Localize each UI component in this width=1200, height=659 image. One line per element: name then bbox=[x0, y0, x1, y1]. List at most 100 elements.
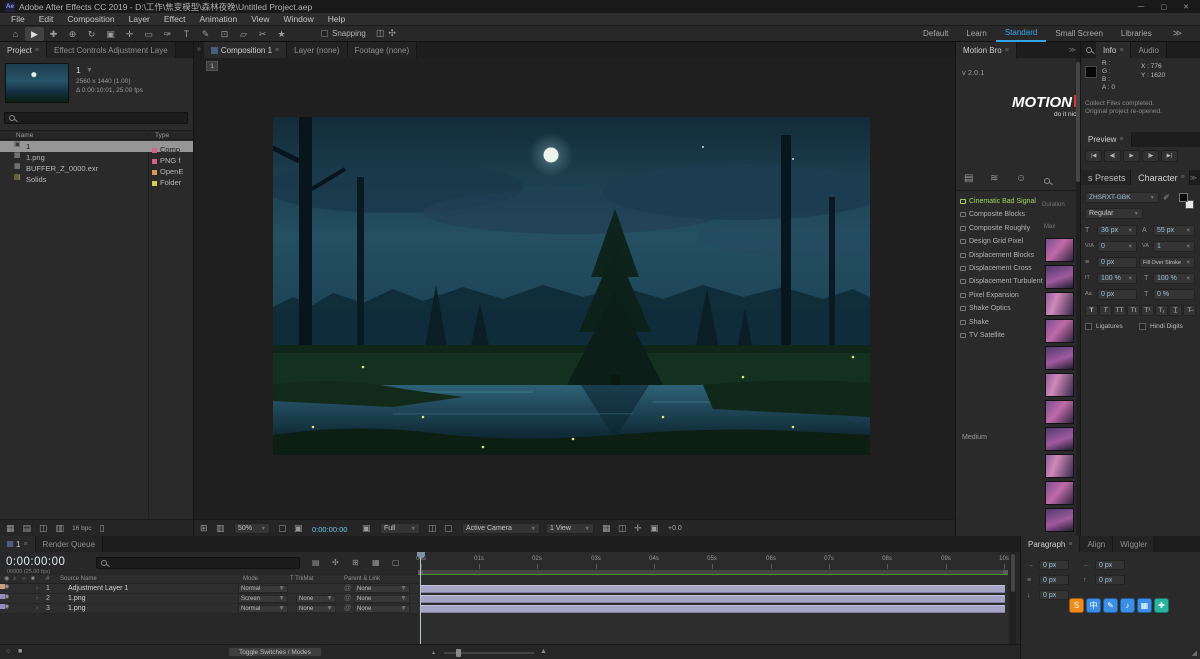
panel-overflow-icon[interactable]: ≫ bbox=[1190, 170, 1200, 185]
comp-current-time[interactable]: 0:00:00:00 bbox=[312, 525, 347, 534]
zoom-slider-knob[interactable] bbox=[456, 649, 461, 657]
scrollbar-thumb[interactable] bbox=[1076, 62, 1080, 182]
selection-tool-icon[interactable]: ▶ bbox=[25, 26, 44, 41]
preset-item[interactable]: Shake bbox=[960, 319, 1044, 327]
panel-search-icon[interactable] bbox=[1086, 47, 1092, 53]
trkmat-column-header[interactable]: T TrkMat bbox=[290, 575, 314, 584]
favorites-icon[interactable]: ☺ bbox=[1016, 174, 1026, 184]
layer-color-chip[interactable] bbox=[0, 594, 5, 599]
zoom-out-mountain-icon[interactable]: ▴ bbox=[432, 649, 435, 656]
layer-duration-bar[interactable] bbox=[420, 585, 1005, 593]
resolution-dropdown[interactable]: Full ▼ bbox=[380, 523, 420, 534]
pixel-aspect-icon[interactable]: ▦ bbox=[602, 524, 611, 533]
preset-thumbnail[interactable] bbox=[1045, 400, 1074, 424]
number-column-header[interactable]: # bbox=[46, 575, 49, 584]
minimize-button[interactable]: — bbox=[1138, 3, 1145, 11]
tab-project[interactable]: Project ≡ bbox=[0, 42, 47, 58]
tab-paragraph[interactable]: Paragraph ≡ bbox=[1021, 536, 1081, 552]
timeline-tab-comp-1[interactable]: 1 ≡ bbox=[0, 536, 36, 552]
column-name[interactable]: Name bbox=[16, 131, 33, 140]
medium-category-label[interactable]: Medium bbox=[962, 434, 987, 441]
always-preview-icon[interactable]: ⊞ bbox=[200, 524, 208, 533]
hindi-digits-checkbox[interactable] bbox=[1139, 323, 1146, 330]
preset-thumbnail[interactable] bbox=[1045, 346, 1074, 370]
layer-row[interactable]: ◉ › 2 1.png Screen ▼ None ▼ @ None ▼ bbox=[0, 594, 418, 604]
clone-stamp-tool-icon[interactable]: ⊡ bbox=[215, 27, 234, 41]
draft-3d-icon[interactable]: ✣ bbox=[332, 559, 339, 567]
kerning-dropdown[interactable]: 0 ▼ bbox=[1097, 241, 1137, 252]
workspace-overflow-icon[interactable]: ≫ bbox=[1161, 29, 1194, 38]
indent-left-field[interactable]: 0 px bbox=[1039, 560, 1069, 570]
menu-window[interactable]: Window bbox=[277, 14, 321, 24]
trkmat-dropdown[interactable]: None ▼ bbox=[296, 595, 336, 603]
fast-previews-icon[interactable]: ◫ bbox=[618, 524, 627, 533]
tab-wiggler[interactable]: Wiggler bbox=[1113, 536, 1156, 552]
eraser-tool-icon[interactable]: ▱ bbox=[234, 27, 253, 41]
tab-render-queue[interactable]: Render Queue bbox=[35, 536, 104, 552]
grid-options-icon[interactable]: ▥ bbox=[216, 524, 225, 533]
hand-tool-icon[interactable]: ✚ bbox=[44, 27, 63, 41]
tsume-field[interactable]: 0 % bbox=[1153, 289, 1195, 300]
twirl-icon[interactable]: › bbox=[36, 594, 38, 604]
playhead-line[interactable] bbox=[420, 558, 421, 644]
parent-dropdown[interactable]: None ▼ bbox=[354, 595, 410, 603]
exposure-value[interactable]: +0.0 bbox=[668, 525, 682, 532]
menu-edit[interactable]: Edit bbox=[32, 14, 61, 24]
play-button[interactable]: ▶ bbox=[1123, 150, 1140, 162]
preset-item[interactable]: Design Grid Pixel bbox=[960, 238, 1044, 246]
region-of-interest-icon[interactable]: ▣ bbox=[294, 524, 303, 533]
browser-folder-icon[interactable]: ▤ bbox=[964, 174, 973, 184]
parent-dropdown[interactable]: None ▼ bbox=[354, 585, 410, 593]
home-tool-icon[interactable]: ⌂ bbox=[6, 27, 25, 41]
first-line-indent-field[interactable]: 0 px bbox=[1039, 575, 1069, 585]
type-tool-icon[interactable]: T bbox=[177, 27, 196, 41]
preset-search-icon[interactable] bbox=[1044, 178, 1050, 184]
new-composition-icon[interactable]: ◫ bbox=[39, 523, 48, 533]
faux-italic-button[interactable]: T bbox=[1099, 305, 1112, 316]
snapping-checkbox[interactable] bbox=[321, 30, 328, 37]
strikethrough-button[interactable]: T̶ bbox=[1183, 305, 1196, 316]
space-after-field[interactable]: 0 px bbox=[1039, 590, 1069, 600]
preset-item[interactable]: Composite Blocks bbox=[960, 211, 1044, 219]
ime-toolbox-icon[interactable]: ✚ bbox=[1154, 598, 1169, 613]
project-item-row[interactable]: ▤ Solids Folder bbox=[0, 174, 193, 187]
trkmat-dropdown[interactable]: None ▼ bbox=[296, 605, 336, 613]
ime-handwriting-icon[interactable]: ✎ bbox=[1103, 598, 1118, 613]
project-search-input[interactable] bbox=[4, 112, 188, 124]
first-frame-button[interactable]: |◀ bbox=[1085, 150, 1102, 162]
font-family-dropdown[interactable]: ZHSRXT-GBK ▼ bbox=[1085, 192, 1159, 203]
resize-grip-icon[interactable]: ◢ bbox=[1192, 649, 1197, 657]
snapshot-icon[interactable]: ▣ bbox=[362, 524, 371, 533]
motion-bro-scrollbar[interactable] bbox=[1076, 58, 1080, 536]
scrollbar-thumb[interactable] bbox=[1011, 554, 1015, 592]
layer-row[interactable]: ◉ › 3 1.png Normal ▼ None ▼ @ None ▼ bbox=[0, 604, 418, 614]
ligatures-checkbox[interactable] bbox=[1085, 323, 1092, 330]
workspace-default[interactable]: Default bbox=[914, 26, 957, 41]
hide-shy-layers-icon[interactable]: ⊞ bbox=[352, 559, 359, 567]
menu-file[interactable]: File bbox=[4, 14, 32, 24]
column-type[interactable]: Type bbox=[155, 131, 169, 140]
ime-keyboard-icon[interactable]: ▦ bbox=[1137, 598, 1152, 613]
tab-align[interactable]: Align bbox=[1080, 536, 1114, 552]
preset-thumbnail[interactable] bbox=[1045, 427, 1074, 451]
snap-option2-icon[interactable]: ✣ bbox=[388, 29, 396, 38]
menu-composition[interactable]: Composition bbox=[60, 14, 121, 24]
preset-thumbnail[interactable] bbox=[1045, 319, 1074, 343]
trash-icon[interactable]: ▯ bbox=[100, 523, 105, 533]
all-caps-button[interactable]: TT bbox=[1113, 305, 1126, 316]
ime-language-icon[interactable]: 中 bbox=[1086, 598, 1101, 613]
mask-visibility-icon[interactable]: ▢ bbox=[278, 524, 287, 533]
puppet-pin-tool-icon[interactable]: ★ bbox=[272, 27, 291, 41]
tab-effect-controls[interactable]: Effect Controls Adjustment Laye bbox=[47, 42, 176, 58]
font-style-dropdown[interactable]: Regular ▼ bbox=[1085, 208, 1143, 219]
superscript-button[interactable]: T¹ bbox=[1141, 305, 1154, 316]
tab-character[interactable]: Character ≡ bbox=[1131, 170, 1190, 185]
subscript-button[interactable]: T₁ bbox=[1155, 305, 1168, 316]
tab-footage[interactable]: Footage (none) bbox=[347, 42, 418, 58]
blend-mode-dropdown[interactable]: Screen ▼ bbox=[238, 595, 288, 603]
blend-mode-dropdown[interactable]: Normal ▼ bbox=[238, 585, 288, 593]
underline-button[interactable]: T̲ bbox=[1169, 305, 1182, 316]
source-name-column-header[interactable]: Source Name bbox=[60, 575, 97, 584]
tracking-dropdown[interactable]: 1 ▼ bbox=[1153, 241, 1195, 252]
preset-item[interactable]: Displacement Blocks bbox=[960, 252, 1044, 260]
